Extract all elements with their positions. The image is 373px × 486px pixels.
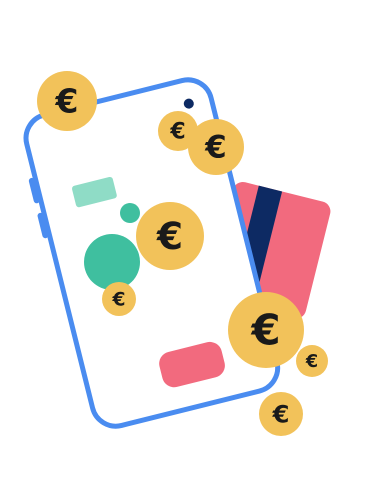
euro-coin-icon: € bbox=[136, 202, 204, 270]
euro-coin-icon: € bbox=[228, 292, 304, 368]
euro-coin-icon: € bbox=[102, 282, 136, 316]
euro-symbol: € bbox=[305, 352, 318, 372]
euro-symbol: € bbox=[111, 289, 125, 310]
avatar-large-circle bbox=[84, 234, 140, 290]
euro-coin-icon: € bbox=[259, 392, 303, 436]
illustration-canvas: € € € € € € € € bbox=[23, 71, 331, 436]
euro-symbol: € bbox=[156, 214, 183, 258]
euro-symbol: € bbox=[272, 400, 290, 428]
euro-coin-icon: € bbox=[296, 345, 328, 377]
avatar-small-circle bbox=[120, 203, 140, 223]
euro-coin-icon: € bbox=[188, 119, 244, 175]
euro-symbol: € bbox=[169, 120, 185, 145]
euro-symbol: € bbox=[204, 130, 226, 166]
euro-symbol: € bbox=[55, 81, 79, 120]
euro-symbol: € bbox=[250, 305, 280, 354]
euro-coin-icon: € bbox=[37, 71, 97, 131]
